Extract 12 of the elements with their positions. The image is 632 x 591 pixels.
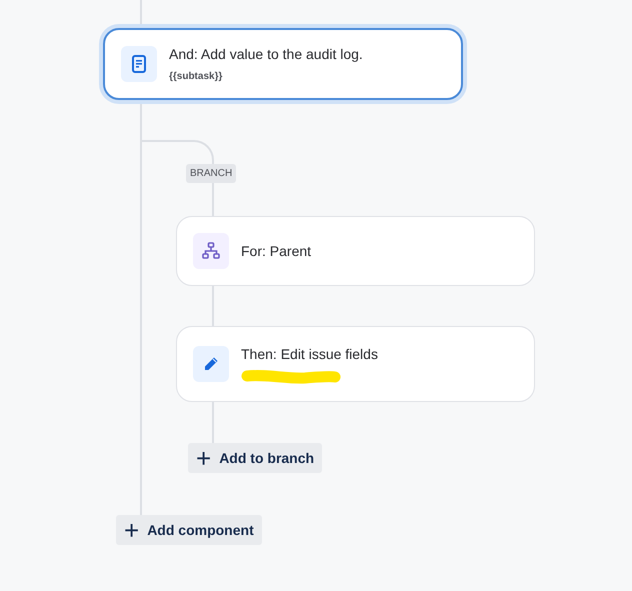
document-icon — [121, 46, 157, 82]
step-title: Then: Edit issue fields — [241, 344, 378, 364]
step-title: And: Add value to the audit log. — [169, 45, 363, 64]
step-card[interactable]: For: Parent — [176, 216, 535, 286]
add-button[interactable]: + Add component — [116, 515, 262, 545]
step-card[interactable]: Then: Edit issue fields — [176, 326, 535, 402]
step-title: For: Parent — [241, 242, 312, 260]
pencil-icon — [193, 346, 229, 382]
add-button[interactable]: + Add to branch — [188, 443, 322, 473]
step-subtitle: {{subtask}} — [169, 70, 224, 84]
hierarchy-icon — [193, 233, 229, 269]
branch-label: BRANCH — [186, 164, 236, 183]
